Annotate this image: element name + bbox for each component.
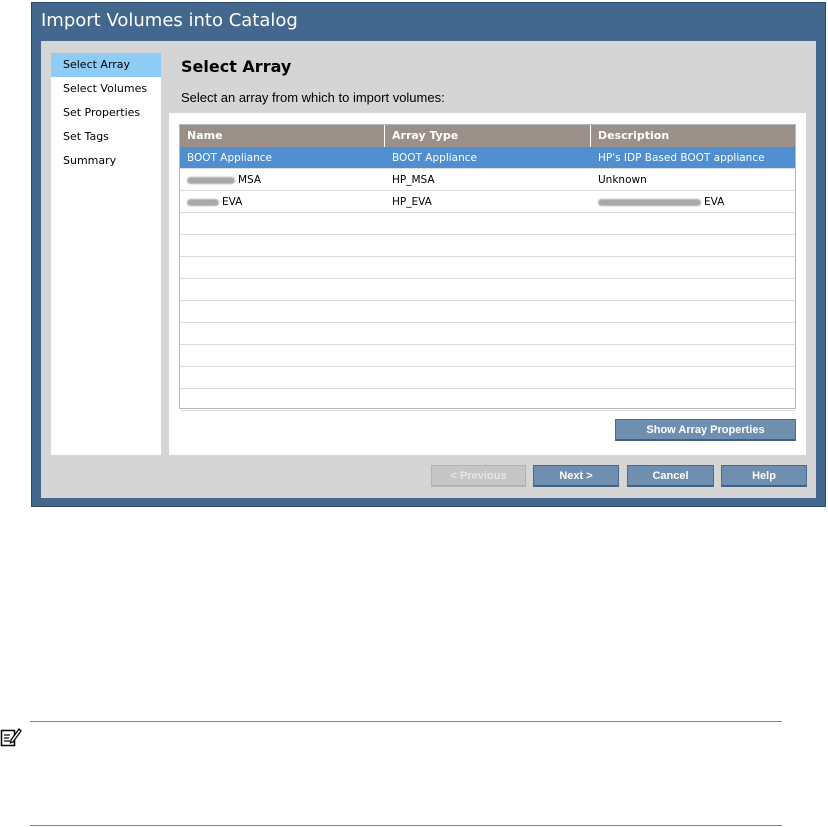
column-header-name[interactable]: Name <box>180 125 385 147</box>
import-volumes-dialog: Import Volumes into Catalog Select Array… <box>31 2 826 507</box>
page-instruction: Select an array from which to import vol… <box>181 90 445 105</box>
step-select-array[interactable]: Select Array <box>51 53 161 77</box>
previous-button[interactable]: < Previous <box>431 465 526 487</box>
step-set-tags[interactable]: Set Tags <box>51 125 161 149</box>
table-row-empty <box>180 367 795 389</box>
table-row[interactable]: EVA HP_EVA EVA <box>180 191 795 213</box>
row-type: HP_EVA <box>392 196 432 208</box>
cancel-button[interactable]: Cancel <box>627 465 714 487</box>
table-header: Name Array Type Description <box>180 125 795 147</box>
table-row-empty <box>180 345 795 367</box>
row-description: HP's IDP Based BOOT appliance <box>598 152 765 164</box>
row-name: EVA <box>180 191 385 212</box>
redacted-text <box>598 198 701 206</box>
step-set-properties[interactable]: Set Properties <box>51 101 161 125</box>
table-row-empty <box>180 213 795 235</box>
row-description-suffix: EVA <box>704 196 725 208</box>
note-bottom-rule <box>30 825 782 826</box>
row-name-suffix: MSA <box>238 174 262 186</box>
dialog-body: Select Array Select Volumes Set Properti… <box>41 41 816 498</box>
show-array-properties-button[interactable]: Show Array Properties <box>615 419 796 441</box>
step-summary[interactable]: Summary <box>51 149 161 173</box>
table-row-empty <box>180 389 795 411</box>
step-select-volumes[interactable]: Select Volumes <box>51 77 161 101</box>
table-row-empty <box>180 323 795 345</box>
note-top-rule <box>30 721 782 722</box>
row-name: BOOT Appliance <box>187 152 272 164</box>
row-name-suffix: EVA <box>222 196 243 208</box>
dialog-titlebar: Import Volumes into Catalog <box>32 3 825 41</box>
array-table: Name Array Type Description BOOT Applian… <box>179 124 796 411</box>
note-pencil-icon <box>0 728 22 747</box>
dialog-title: Import Volumes into Catalog <box>41 10 298 31</box>
next-button[interactable]: Next > <box>533 465 619 487</box>
row-description: EVA <box>591 191 795 212</box>
table-row[interactable]: MSA HP_MSA Unknown <box>180 169 795 191</box>
table-row-empty <box>180 257 795 279</box>
row-name: MSA <box>180 169 385 190</box>
table-row-empty <box>180 279 795 301</box>
column-header-description[interactable]: Description <box>591 125 795 147</box>
page-heading: Select Array <box>181 57 292 76</box>
table-row-empty <box>180 235 795 257</box>
table-row-empty <box>180 301 795 323</box>
row-description: Unknown <box>598 174 647 186</box>
row-type: HP_MSA <box>392 174 435 186</box>
redacted-text <box>187 176 235 184</box>
row-type: BOOT Appliance <box>392 152 477 164</box>
wizard-steps-sidebar: Select Array Select Volumes Set Properti… <box>51 53 161 455</box>
table-row[interactable]: BOOT Appliance BOOT Appliance HP's IDP B… <box>180 147 795 169</box>
content-panel: Name Array Type Description BOOT Applian… <box>169 113 806 455</box>
empty-rows <box>180 213 795 411</box>
column-header-array-type[interactable]: Array Type <box>385 125 591 147</box>
help-button[interactable]: Help <box>721 465 807 487</box>
redacted-text <box>187 198 219 206</box>
